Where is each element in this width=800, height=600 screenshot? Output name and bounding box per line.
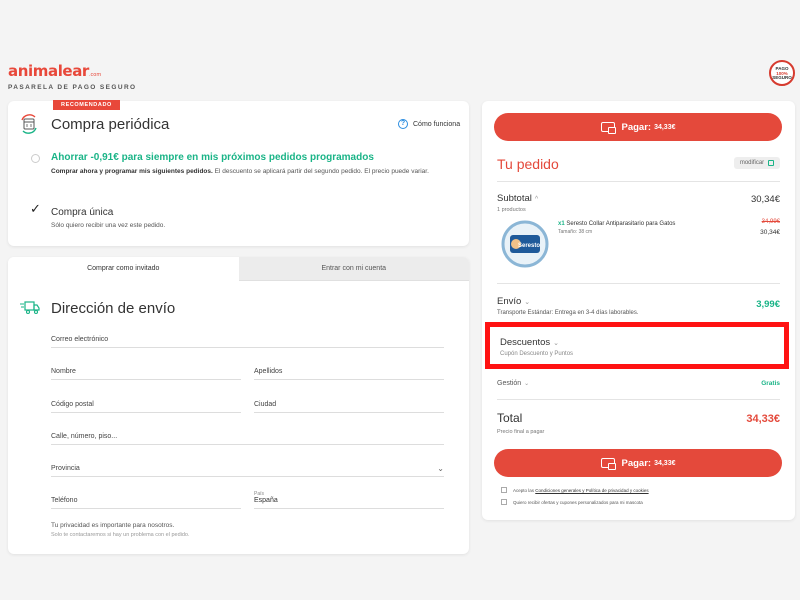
- periodic-option-radio[interactable]: [31, 154, 40, 163]
- secure-card-icon: [600, 122, 616, 134]
- purchase-type-card: RECOMENDADO Compra periódica ? Cómo func…: [8, 100, 469, 246]
- chevron-down-icon: ⌄: [524, 381, 530, 387]
- chevron-down-icon: ⌄: [553, 340, 560, 347]
- name-field[interactable]: Nombre: [51, 368, 241, 380]
- subtotal-toggle[interactable]: Subtotal ^: [497, 193, 538, 204]
- total-description: Precio final a pagar: [497, 429, 545, 435]
- brand-logo[interactable]: animalear.com: [8, 62, 101, 80]
- svg-text:Seresto: Seresto: [518, 243, 540, 249]
- secure-card-icon: [600, 458, 616, 470]
- periodic-purchase-title: Compra periódica: [51, 116, 170, 133]
- login-tabs: Comprar como invitado Entrar con mi cuen…: [8, 257, 469, 281]
- help-icon: ?: [398, 119, 408, 129]
- single-purchase-description: Sólo quiero recibir una vez este pedido.: [51, 222, 166, 229]
- checkmark-icon[interactable]: ✓: [30, 201, 41, 217]
- secure-payment-seal-icon: PAGO 100% SEGURO: [769, 60, 795, 86]
- phone-field[interactable]: Teléfono: [51, 497, 241, 509]
- divider: [497, 283, 780, 284]
- divider: [497, 181, 780, 182]
- tab-guest-checkout[interactable]: Comprar como invitado: [8, 257, 239, 281]
- offers-checkbox[interactable]: [501, 499, 507, 505]
- shipping-price: 3,99€: [756, 299, 780, 310]
- chevron-up-icon: ^: [534, 196, 539, 203]
- discounts-toggle[interactable]: Descuentos ⌄: [500, 337, 559, 348]
- postal-code-field[interactable]: Código postal: [51, 401, 241, 413]
- shipping-description: Transporte Estándar: Entrega en 3-4 días…: [497, 310, 639, 316]
- how-it-works-link[interactable]: ? Cómo funciona: [398, 119, 460, 129]
- management-price: Gratis: [761, 380, 780, 387]
- product-size: Tamaño: 38 cm: [558, 229, 593, 235]
- chevron-down-icon: ⌄: [524, 299, 531, 306]
- shipping-toggle[interactable]: Envío ⌄: [497, 296, 530, 307]
- email-field[interactable]: Correo electrónico: [51, 336, 444, 348]
- pay-button-bottom[interactable]: Pagar: 34,33€: [494, 449, 782, 477]
- city-field[interactable]: Ciudad: [254, 401, 444, 413]
- street-field[interactable]: Calle, número, piso...: [51, 433, 444, 445]
- tab-login[interactable]: Entrar con mi cuenta: [238, 257, 469, 281]
- periodic-option-description: Comprar ahora y programar mis siguientes…: [51, 168, 429, 175]
- single-purchase-option[interactable]: Compra única: [51, 207, 113, 218]
- chevron-down-icon: ⌄: [437, 464, 444, 473]
- divider: [497, 399, 780, 400]
- shipping-address-title: Dirección de envío: [51, 300, 176, 317]
- subtotal-count: 1 productos: [497, 207, 526, 213]
- country-field[interactable]: País España: [254, 491, 444, 509]
- shipping-address-card: Comprar como invitado Entrar con mi cuen…: [8, 257, 469, 554]
- total-value: 34,33€: [746, 413, 780, 425]
- discounts-section[interactable]: Descuentos ⌄ Cupón Descuento y Puntos: [485, 322, 789, 369]
- terms-link[interactable]: Condiciones generales y Política de priv…: [535, 488, 648, 493]
- terms-checkbox[interactable]: [501, 487, 507, 493]
- subtotal-value: 30,34€: [750, 194, 780, 205]
- discounts-description: Cupón Descuento y Puntos: [500, 351, 574, 357]
- province-select[interactable]: Provincia ⌄: [51, 464, 444, 477]
- order-summary-card: Pagar: 34,33€ Tu pedido modificar Subtot…: [482, 101, 795, 520]
- recommended-badge: RECOMENDADO: [53, 100, 120, 110]
- product-old-price: 34,99€: [761, 219, 780, 225]
- product-name[interactable]: x1 Seresto Collar Antiparasitario para G…: [558, 221, 675, 227]
- order-title: Tu pedido: [497, 156, 559, 172]
- periodic-calendar-icon: [21, 114, 37, 134]
- truck-icon: [20, 301, 40, 315]
- periodic-option-title[interactable]: Ahorrar -0,91€ para siempre en mis próxi…: [51, 152, 374, 163]
- total-label: Total: [497, 411, 523, 425]
- terms-label: Acepto las Condiciones generales y Polít…: [513, 488, 649, 493]
- surname-field[interactable]: Apellidos: [254, 368, 444, 380]
- secure-payment-tagline: PASARELA DE PAGO SEGURO: [8, 84, 137, 91]
- header: animalear.com PASARELA DE PAGO SEGURO PA…: [0, 0, 800, 96]
- privacy-subnote: Solo te contactaremos si hay un problema…: [51, 532, 190, 538]
- offers-label: Quiero recibir ofertas y cupones persona…: [513, 500, 643, 505]
- privacy-note: Tu privacidad es importante para nosotro…: [51, 522, 175, 529]
- edit-icon: [768, 160, 775, 166]
- pay-button-top[interactable]: Pagar: 34,33€: [494, 113, 782, 141]
- product-image: Seresto: [501, 220, 549, 268]
- modify-button[interactable]: modificar: [734, 157, 780, 169]
- management-toggle[interactable]: Gestión ⌄: [497, 380, 529, 387]
- product-price: 30,34€: [760, 229, 780, 236]
